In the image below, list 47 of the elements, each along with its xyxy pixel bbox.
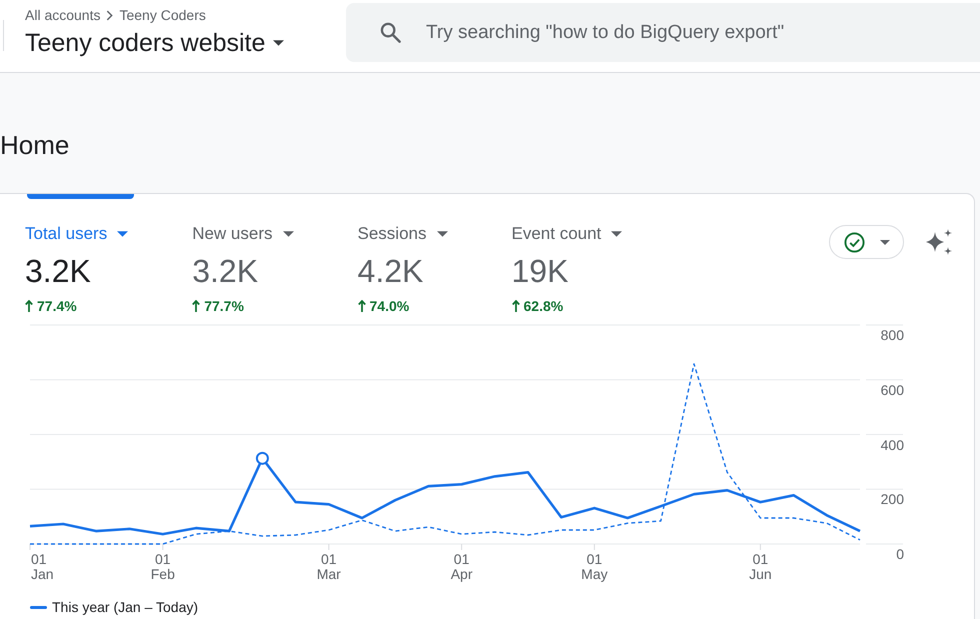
caret-icon (611, 231, 622, 237)
x-axis-label: 01 Jun (749, 552, 772, 582)
x-axis-tick (461, 544, 462, 550)
metric-value: 3.2K (192, 253, 258, 289)
x-axis-label: 01 Feb (150, 552, 175, 582)
caret-icon (880, 240, 890, 244)
x-axis-tick (328, 544, 330, 550)
check-circle-icon (844, 232, 864, 252)
chevron-right-icon (106, 10, 114, 20)
legend-label: This year (Jan – Today) (52, 598, 198, 616)
search-icon (380, 22, 401, 43)
caret-icon (273, 40, 284, 46)
x-axis-tick (162, 544, 164, 550)
metric-dropdown[interactable]: Event count (512, 223, 622, 245)
search-field[interactable]: Try searching "how to do BigQuery export" (346, 3, 980, 62)
metric-value: 4.2K (358, 253, 424, 289)
y-axis-label: 200 (880, 490, 904, 508)
y-axis-label: 400 (880, 436, 904, 454)
x-axis-label: 01 May (581, 552, 608, 582)
metric-dropdown[interactable]: New users (192, 223, 294, 245)
x-axis-label: 01 Jan (31, 552, 54, 582)
metric-value: 3.2K (25, 253, 91, 289)
page-title: Home (0, 129, 70, 161)
metric-change: 77.4% (37, 297, 77, 315)
breadcrumb-link[interactable]: All accounts (25, 6, 100, 24)
caret-icon (282, 231, 294, 237)
caret-icon (117, 231, 128, 237)
point-marker (256, 452, 269, 465)
x-axis-tick (760, 544, 761, 550)
y-axis-label: 600 (880, 380, 904, 399)
metric-change: 74.0% (370, 297, 410, 315)
metric-value: 19K (512, 253, 568, 289)
property-selector[interactable]: Teeny coders website (25, 28, 284, 58)
y-axis-label: 800 (880, 326, 904, 344)
legend-swatch-icon (30, 606, 47, 608)
sparkle-icon[interactable] (924, 228, 954, 256)
metric-dropdown[interactable]: Total users (25, 223, 128, 245)
caret-icon (436, 231, 448, 237)
x-axis-tick (594, 544, 595, 550)
x-axis-label: 01 Apr (450, 552, 472, 582)
x-axis-label: 01 Mar (316, 552, 341, 582)
metric-change: 77.7% (204, 297, 244, 315)
metric-change: 62.8% (524, 297, 564, 315)
metric-dropdown[interactable]: Sessions (358, 223, 448, 245)
comparison-dropdown[interactable] (829, 225, 904, 259)
y-axis-label: 0 (896, 545, 904, 563)
breadcrumb-link[interactable]: Teeny Coders (119, 6, 206, 24)
